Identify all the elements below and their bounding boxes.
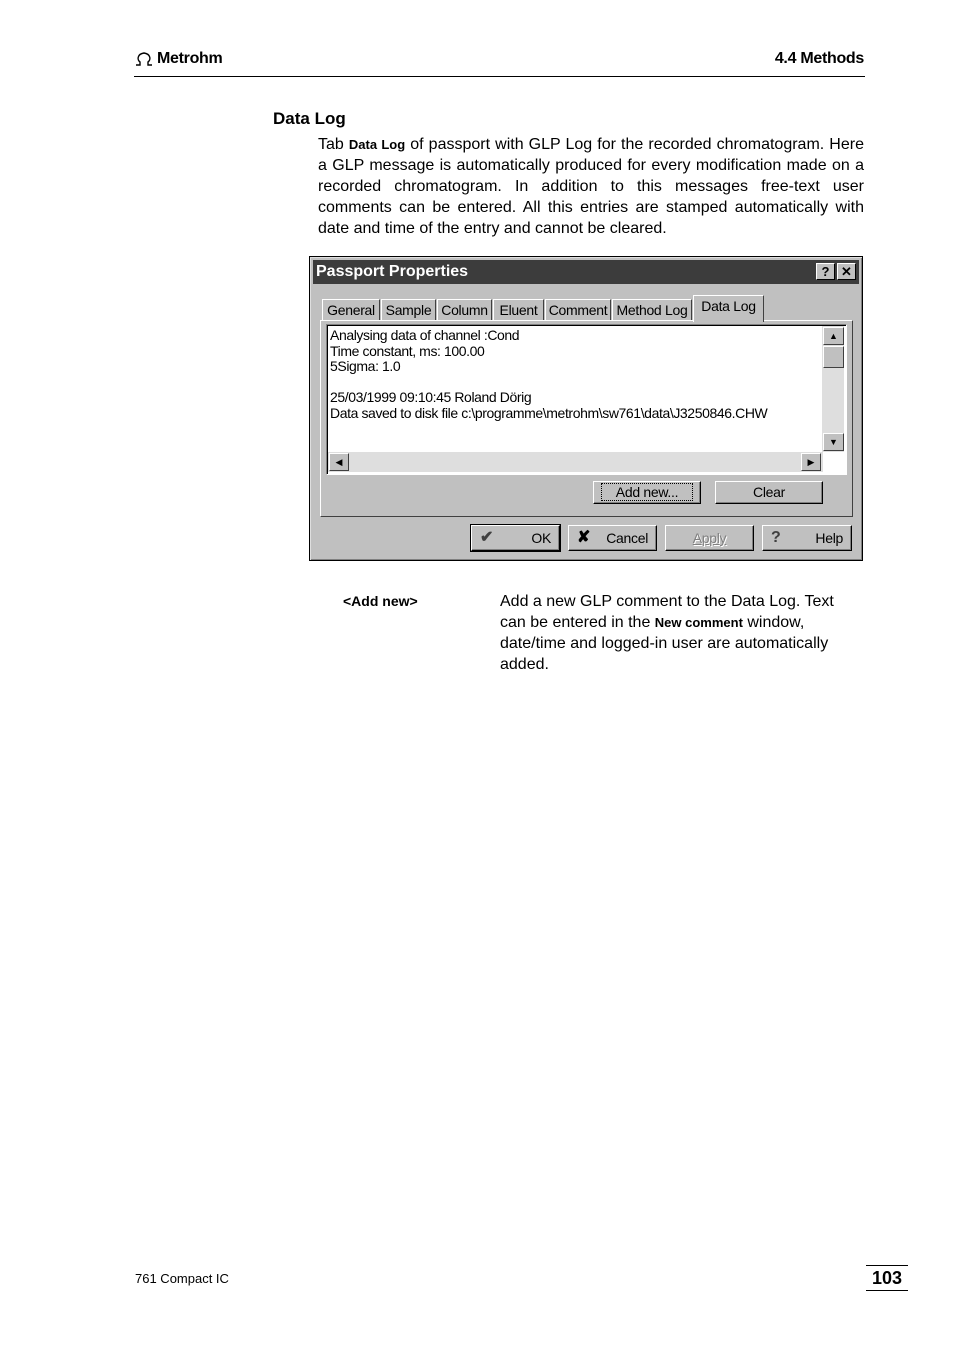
cross-icon: ✘	[577, 529, 591, 546]
help-title-button[interactable]: ?	[816, 263, 835, 280]
dialog-title: Passport Properties	[316, 263, 469, 280]
vertical-scroll-thumb[interactable]	[823, 346, 844, 368]
tab-data-log[interactable]: Data Log	[693, 295, 764, 322]
data-log-textbox[interactable]: Analysing data of channel :Cond Time con…	[326, 324, 847, 475]
brand-logo: Metrohm	[134, 50, 223, 68]
brand-name: Metrohm	[157, 50, 223, 67]
help-label: Help	[815, 530, 843, 546]
ok-label: OK	[531, 530, 551, 546]
tab-column[interactable]: Column	[437, 299, 492, 321]
apply-button[interactable]: Apply	[665, 525, 754, 551]
question-icon: ?	[771, 529, 781, 546]
definition-keyword: New comment	[654, 615, 743, 630]
footer-product: 761 Compact IC	[135, 1271, 229, 1286]
intro-prefix: Tab	[318, 136, 349, 153]
data-log-text: Analysing data of channel :Cond Time con…	[330, 327, 768, 421]
add-new-button[interactable]: Add new...	[593, 481, 701, 504]
horizontal-scrollbar[interactable]	[328, 452, 823, 472]
help-button[interactable]: ? Help	[762, 525, 852, 551]
tab-eluent[interactable]: Eluent	[493, 299, 544, 321]
ok-button[interactable]: ✔ OK	[471, 525, 560, 551]
metrohm-logo-icon	[136, 52, 152, 66]
apply-label: Apply	[692, 530, 727, 546]
definition-description: Add a new GLP comment to the Data Log. T…	[500, 591, 864, 675]
page-number: 103	[866, 1265, 908, 1291]
tab-method-log[interactable]: Method Log	[612, 299, 692, 321]
scroll-up-icon[interactable]: ▲	[823, 327, 844, 345]
scroll-left-icon[interactable]: ◀	[329, 453, 349, 471]
dialog-titlebar: Passport Properties ? ✕	[313, 260, 859, 284]
tab-comment[interactable]: Comment	[545, 299, 611, 321]
cancel-label: Cancel	[606, 530, 648, 546]
data-log-panel: Analysing data of channel :Cond Time con…	[320, 320, 853, 517]
close-icon[interactable]: ✕	[837, 263, 856, 280]
intro-paragraph: Tab Data Log of passport with GLP Log fo…	[318, 134, 864, 239]
scroll-down-icon[interactable]: ▼	[823, 433, 844, 451]
add-new-label: Add new...	[600, 483, 694, 501]
checkmark-icon: ✔	[480, 529, 494, 546]
header-divider	[134, 76, 865, 77]
passport-properties-dialog: Passport Properties ? ✕ General Sample C…	[309, 256, 863, 561]
clear-button[interactable]: Clear	[715, 481, 823, 504]
cancel-button[interactable]: ✘ Cancel	[568, 525, 657, 551]
scroll-right-icon[interactable]: ▶	[801, 453, 821, 471]
tab-general[interactable]: General	[322, 299, 380, 321]
section-title: 4.4 Methods	[774, 50, 864, 67]
definition-term: <Add new>	[343, 593, 418, 609]
tab-sample[interactable]: Sample	[381, 299, 436, 321]
intro-keyword: Data Log	[348, 137, 406, 152]
section-heading: Data Log	[273, 109, 346, 128]
